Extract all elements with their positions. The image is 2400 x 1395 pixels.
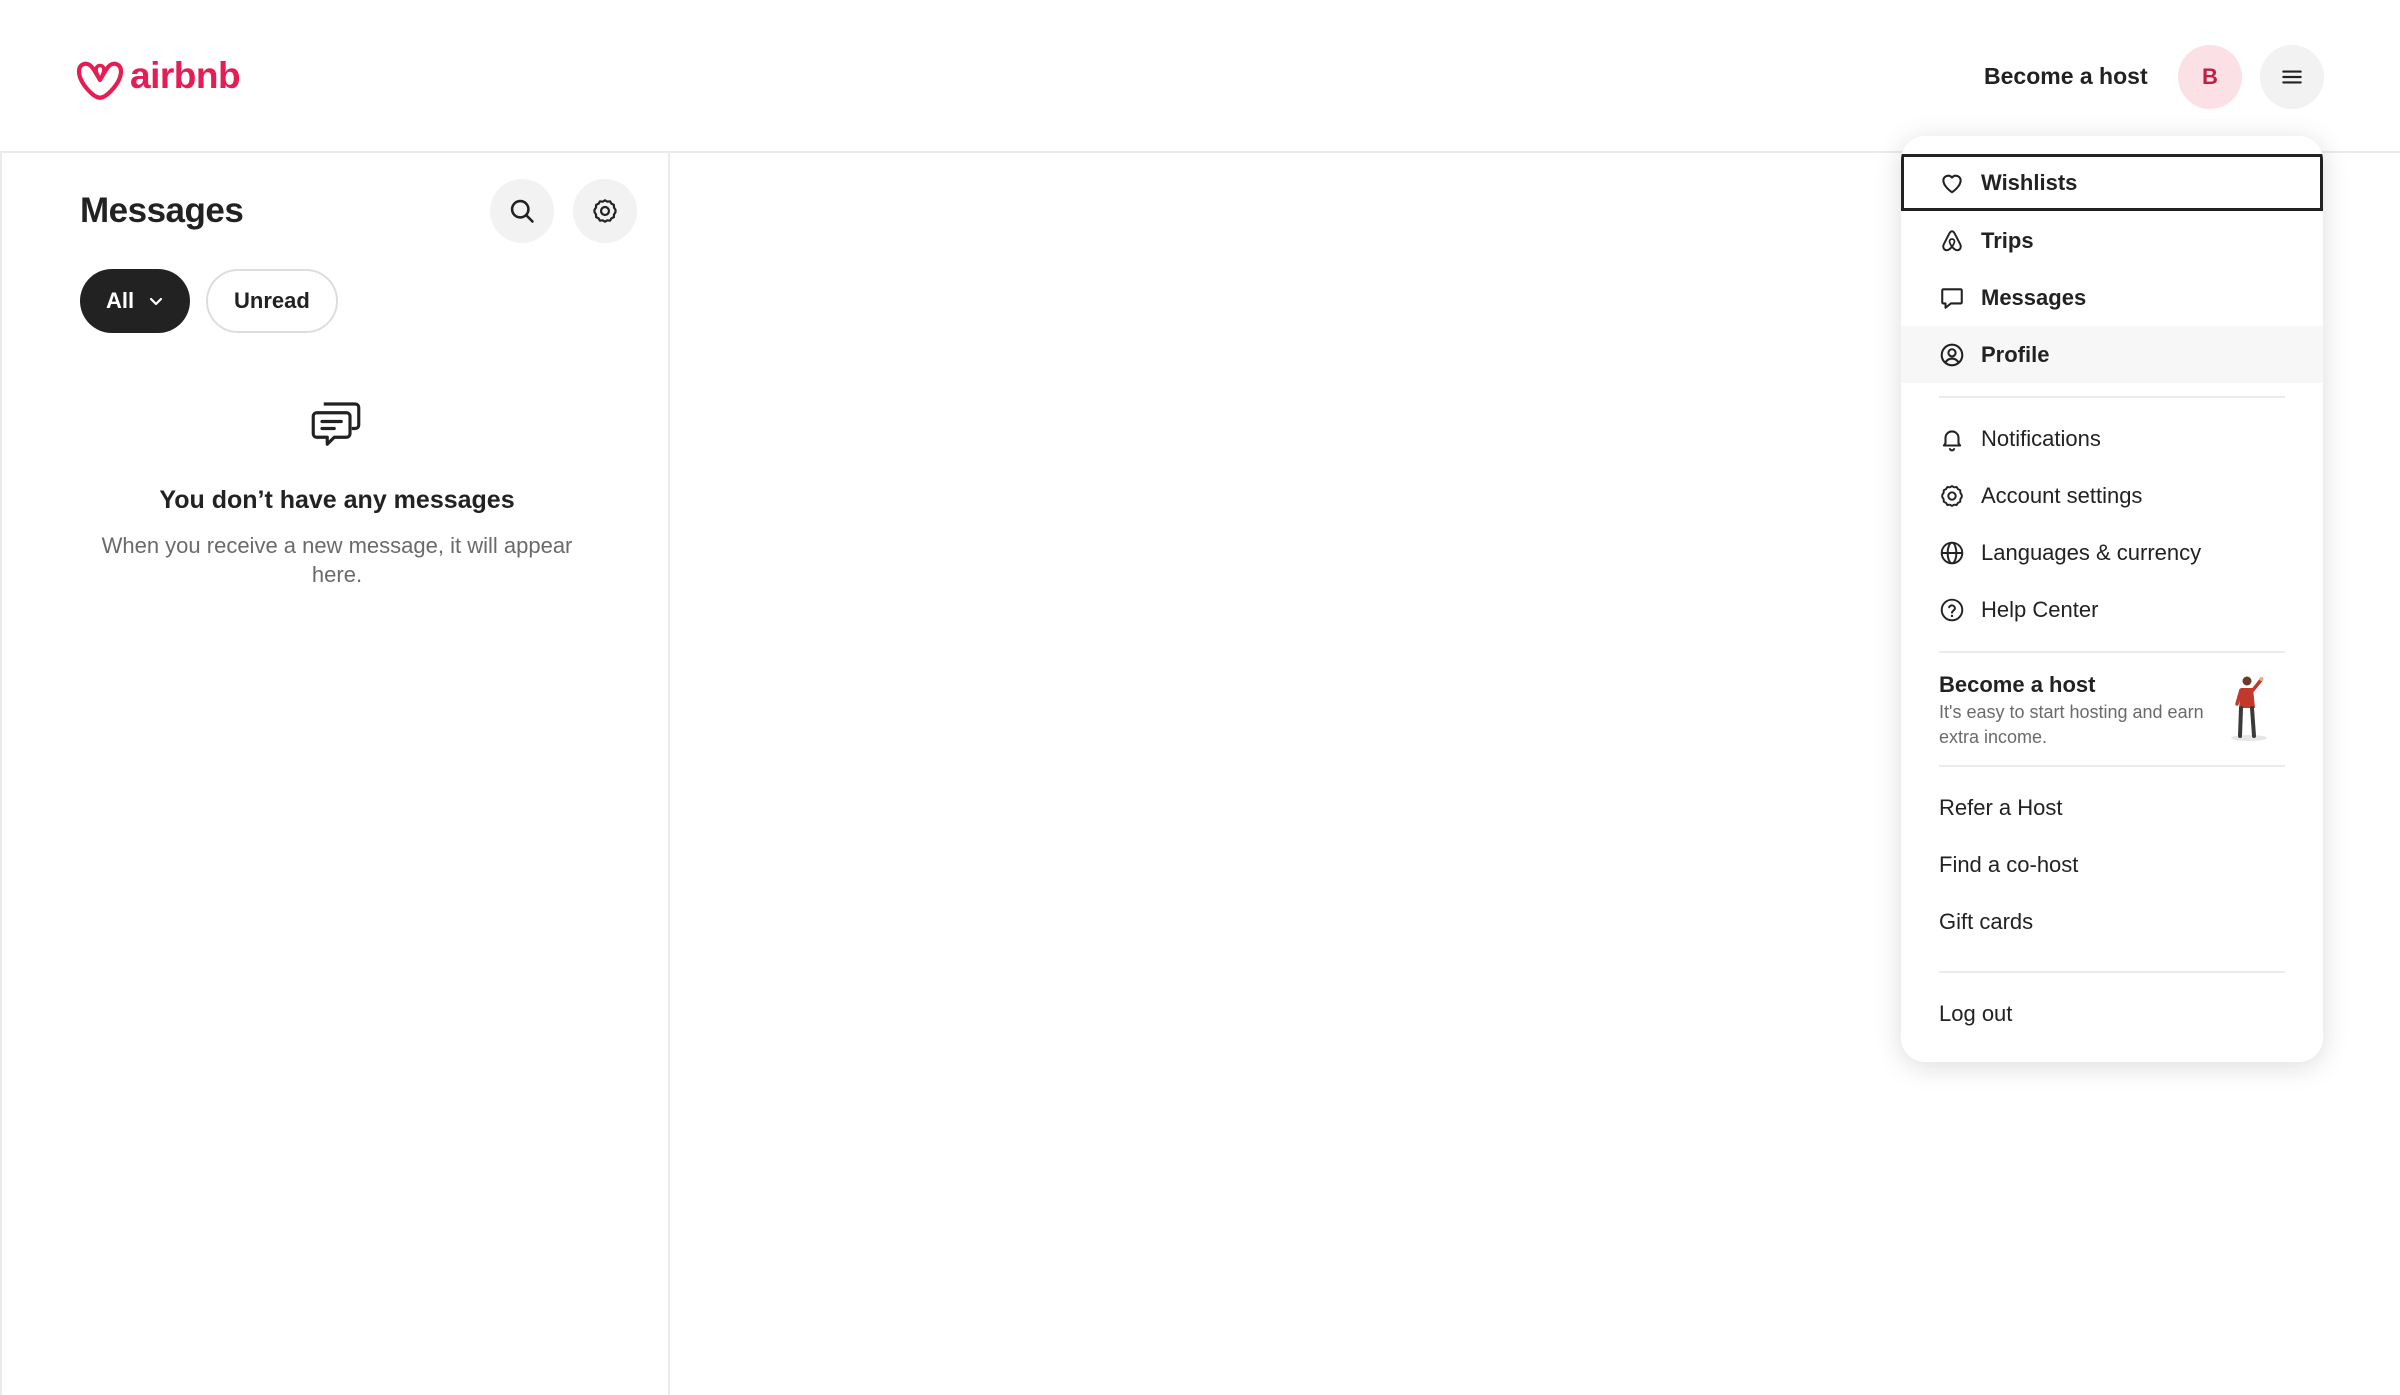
messages-panel: Messages All Unread You don’t have any m…: [0, 153, 670, 1395]
menu-item-label: Wishlists: [1981, 169, 2078, 195]
host-illustration-icon: [2231, 676, 2267, 741]
become-host-link[interactable]: Become a host: [1960, 48, 2172, 104]
menu-item-label: Trips: [1981, 227, 2034, 253]
menu-item-label: Languages & currency: [1981, 539, 2202, 565]
filter-all-dropdown[interactable]: All: [80, 269, 191, 333]
menu-item-notifications[interactable]: Notifications: [1901, 410, 2323, 467]
menu-item-label: Log out: [1939, 1000, 2013, 1026]
menu-item-trips[interactable]: Trips: [1901, 212, 2323, 269]
heart-icon: [1942, 174, 1962, 193]
search-icon: [510, 199, 534, 223]
menu-divider: [1939, 396, 2285, 398]
filter-unread-button[interactable]: Unread: [206, 269, 338, 333]
chevron-down-icon: [150, 297, 163, 306]
menu-item-label: Gift cards: [1939, 908, 2034, 934]
user-circle-icon: [1940, 343, 1964, 366]
menu-item-gift-cards[interactable]: Gift cards: [1901, 893, 2323, 950]
menu-item-label: Refer a Host: [1939, 794, 2063, 820]
airbnb-logo[interactable]: airbnb: [76, 50, 241, 102]
top-header: airbnb Become a host B: [0, 0, 2400, 153]
menu-item-profile[interactable]: Profile: [1901, 326, 2323, 383]
globe-icon: [1940, 541, 1964, 564]
gear-icon: [593, 199, 617, 223]
logo-wordmark: airbnb: [130, 55, 241, 96]
question-circle-icon: [1940, 598, 1964, 621]
menu-divider: [1939, 765, 2285, 767]
message-icon: [1941, 287, 1963, 309]
menu-item-find-cohost[interactable]: Find a co-host: [1901, 836, 2323, 893]
empty-state-description: When you receive a new message, it will …: [101, 533, 573, 587]
menu-divider: [1939, 651, 2285, 653]
menu-item-log-out[interactable]: Log out: [1901, 985, 2323, 1042]
bell-icon: [1942, 429, 1962, 451]
menu-item-label: Find a co-host: [1939, 851, 2079, 877]
host-promo-description: It's easy to start hosting and earn extr…: [1939, 702, 2204, 747]
airbnb-trips-icon: [1942, 229, 1962, 251]
menu-become-host-promo[interactable]: Become a host It's easy to start hosting…: [1901, 658, 2323, 758]
menu-item-refer-host[interactable]: Refer a Host: [1901, 779, 2323, 836]
gear-icon: [1941, 484, 1963, 507]
empty-state-title: You don’t have any messages: [159, 486, 515, 514]
menu-item-messages[interactable]: Messages: [1901, 269, 2323, 326]
page-title: Messages: [80, 191, 244, 230]
message-settings-button[interactable]: [573, 179, 637, 243]
menu-item-label: Help Center: [1981, 596, 2099, 622]
menu-item-label: Account settings: [1981, 482, 2143, 508]
chat-bubbles-icon: [311, 402, 361, 446]
main-menu-button[interactable]: [2260, 45, 2324, 109]
account-menu: Wishlists Trips Messages Profile Notific…: [1901, 136, 2323, 1062]
menu-item-languages-currency[interactable]: Languages & currency: [1901, 524, 2323, 581]
host-promo-title: Become a host: [1939, 672, 2096, 697]
menu-item-help-center[interactable]: Help Center: [1901, 581, 2323, 638]
menu-item-label: Profile: [1981, 341, 2050, 367]
airbnb-logo-icon: [76, 61, 124, 100]
filter-all-label: All: [106, 288, 135, 313]
menu-item-label: Messages: [1981, 284, 2087, 310]
search-messages-button[interactable]: [490, 179, 554, 243]
user-avatar[interactable]: B: [2178, 45, 2242, 109]
hamburger-icon: [2282, 70, 2302, 84]
menu-divider: [1939, 971, 2285, 973]
menu-item-label: Notifications: [1981, 425, 2101, 451]
menu-item-account-settings[interactable]: Account settings: [1901, 467, 2323, 524]
menu-item-wishlists[interactable]: Wishlists: [1901, 154, 2323, 211]
